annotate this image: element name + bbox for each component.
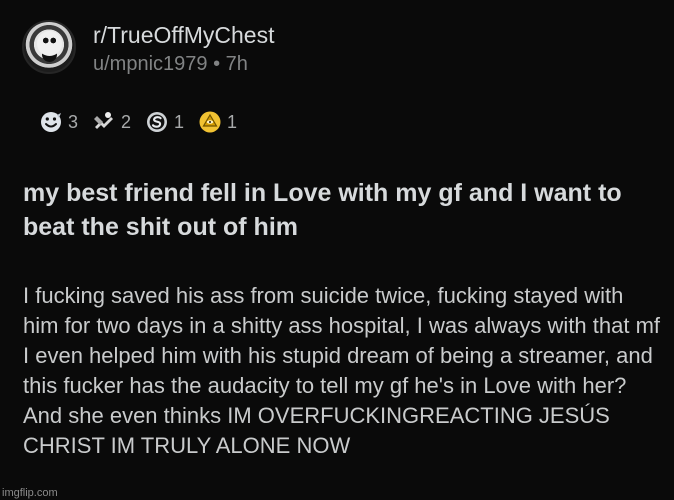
helpful-award-icon: [94, 112, 114, 129]
gold-award-icon: [199, 111, 221, 133]
meta-separator: •: [213, 53, 221, 75]
award-count-gold: 1: [227, 112, 238, 132]
post-title: my best friend fell in Love with my gf a…: [23, 179, 622, 241]
imgflip-watermark: imgflip.com: [2, 487, 58, 499]
award-wholesome[interactable]: 3: [39, 110, 78, 134]
subreddit-avatar[interactable]: [22, 20, 76, 74]
award-count-helpful: 2: [121, 112, 132, 132]
award-gold[interactable]: 1: [198, 110, 237, 134]
post-age: 7h: [225, 53, 248, 75]
post-header: r/TrueOffMyChest u/mpnic1979 • 7h: [22, 20, 274, 77]
post-meta: u/mpnic1979 • 7h: [93, 51, 274, 77]
award-count-silver: 1: [174, 112, 185, 132]
award-count-wholesome: 3: [68, 112, 79, 132]
subreddit-name[interactable]: r/TrueOffMyChest: [93, 21, 274, 50]
author-name[interactable]: u/mpnic1979: [93, 53, 208, 75]
post-body: I fucking saved his ass from suicide twi…: [23, 283, 661, 458]
post-meta-block: r/TrueOffMyChest u/mpnic1979 • 7h: [93, 21, 274, 77]
award-helpful[interactable]: 2: [92, 110, 131, 134]
wholesome-award-icon: [41, 112, 61, 132]
award-silver[interactable]: 1: [145, 110, 184, 134]
silver-award-icon: [147, 112, 168, 132]
awards-bar[interactable]: 3 2 1 1: [39, 104, 251, 140]
